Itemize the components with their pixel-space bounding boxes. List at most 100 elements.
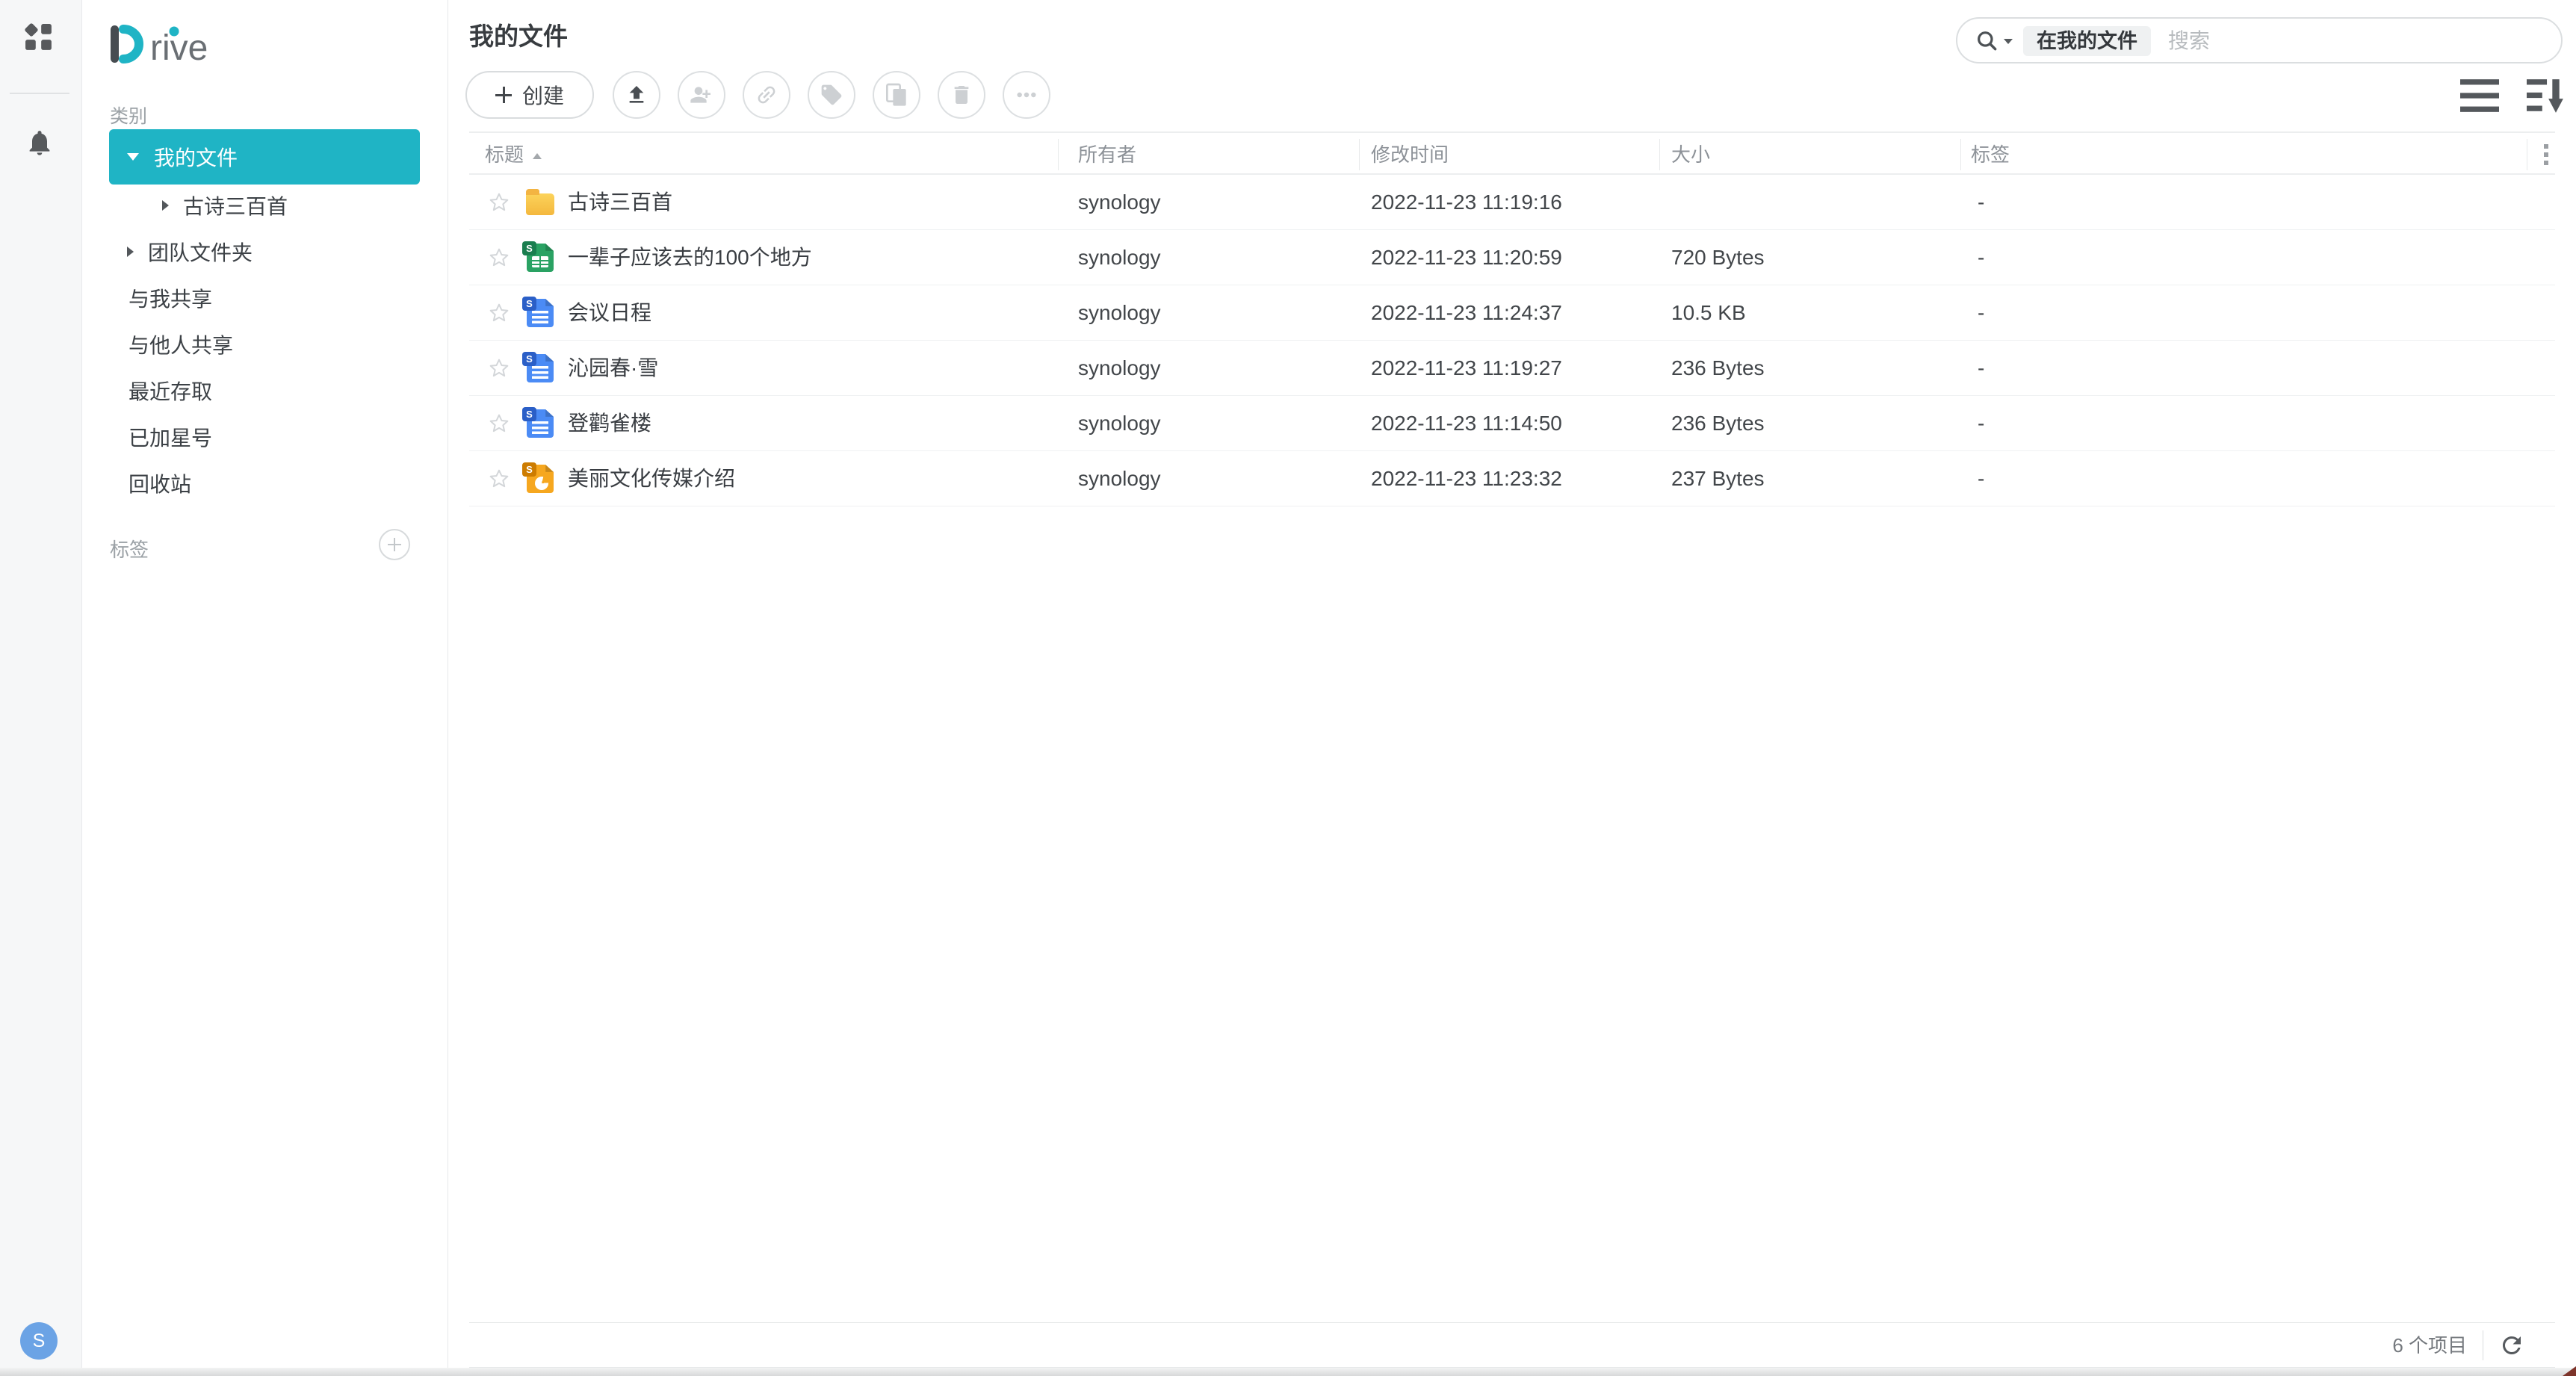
refresh-button[interactable] — [2498, 1332, 2525, 1359]
list-view-button[interactable] — [2460, 78, 2499, 114]
ellipsis-icon — [1015, 83, 1038, 107]
sidebar-item-label: 团队文件夹 — [148, 237, 253, 267]
search-icon[interactable] — [1975, 29, 1999, 53]
file-size: 236 Bytes — [1671, 341, 1765, 396]
person-add-icon — [690, 83, 713, 107]
sort-button[interactable] — [2527, 78, 2566, 114]
star-icon[interactable] — [487, 301, 511, 325]
table-row[interactable]: 美丽文化传媒介绍 synology 2022-11-23 11:23:32 23… — [469, 451, 2555, 506]
sidebar-tags-row: 标签 — [83, 527, 448, 565]
file-size: 720 Bytes — [1671, 230, 1765, 285]
page-title: 我的文件 — [469, 16, 568, 52]
status-bar: 6 个项目 — [469, 1322, 2555, 1368]
file-tags: - — [1978, 451, 1984, 506]
table-row[interactable]: 登鹳雀楼 synology 2022-11-23 11:14:50 236 By… — [469, 396, 2555, 451]
column-divider — [1058, 139, 1059, 170]
trash-icon — [950, 83, 973, 107]
sidebar-item-label: 与他人共享 — [129, 329, 233, 359]
file-type-icon — [524, 242, 557, 273]
column-header-title[interactable]: 标题 — [485, 133, 542, 176]
file-type-icon — [524, 353, 557, 384]
table-row[interactable]: 沁园春·雪 synology 2022-11-23 11:19:27 236 B… — [469, 341, 2555, 396]
upload-button[interactable] — [613, 71, 660, 119]
file-type-icon — [524, 463, 557, 495]
column-divider — [1659, 139, 1660, 170]
file-modified: 2022-11-23 11:24:37 — [1371, 285, 1562, 341]
search-input[interactable] — [2168, 25, 2542, 58]
table-row[interactable]: 一辈子应该去的100个地方 synology 2022-11-23 11:20:… — [469, 230, 2555, 285]
file-owner: synology — [1078, 451, 1161, 506]
sidebar-item-poems-folder[interactable]: 古诗三百首 — [83, 182, 448, 229]
chevron-down-icon[interactable] — [127, 153, 139, 161]
sidebar-item-team-folder[interactable]: 团队文件夹 — [83, 229, 448, 275]
table-header: 标题 所有者 修改时间 大小 标签 — [469, 131, 2555, 175]
file-modified: 2022-11-23 11:19:27 — [1371, 341, 1562, 396]
sidebar-item-starred[interactable]: 已加星号 — [83, 414, 448, 460]
tag-icon — [820, 83, 843, 107]
file-owner: synology — [1078, 341, 1161, 396]
copy-button[interactable] — [873, 71, 920, 119]
file-size: 237 Bytes — [1671, 451, 1765, 506]
create-button[interactable]: 创建 — [465, 71, 594, 119]
tag-button[interactable] — [808, 71, 855, 119]
star-icon[interactable] — [487, 412, 511, 436]
star-icon[interactable] — [487, 246, 511, 270]
sidebar-item-my-files[interactable]: 我的文件 — [109, 129, 420, 185]
column-header-owner[interactable]: 所有者 — [1078, 133, 1136, 176]
file-modified: 2022-11-23 11:14:50 — [1371, 396, 1562, 451]
main-panel: 我的文件 在我的文件 创建 — [449, 0, 2576, 1368]
window-bottom-edge — [0, 1368, 2576, 1376]
search-bar[interactable]: 在我的文件 — [1956, 17, 2563, 63]
file-tags: - — [1978, 285, 1984, 341]
column-header-size[interactable]: 大小 — [1671, 133, 1710, 176]
user-avatar[interactable]: S — [20, 1322, 58, 1360]
file-owner: synology — [1078, 285, 1161, 341]
file-name[interactable]: 古诗三百首 — [568, 175, 672, 230]
file-owner: synology — [1078, 230, 1161, 285]
file-size: 236 Bytes — [1671, 396, 1765, 451]
copy-icon — [885, 83, 908, 107]
sidebar-item-shared-with-me[interactable]: 与我共享 — [83, 275, 448, 321]
svg-text:rive: rive — [150, 28, 208, 67]
item-count: 6 个项目 — [2392, 1323, 2467, 1368]
drive-logo: rive — [108, 21, 258, 67]
sidebar-item-shared-with-others[interactable]: 与他人共享 — [83, 321, 448, 368]
sidebar-item-label: 我的文件 — [154, 142, 238, 172]
delete-button[interactable] — [938, 71, 985, 119]
file-name[interactable]: 会议日程 — [568, 285, 651, 341]
chevron-right-icon[interactable] — [127, 247, 134, 257]
tags-label: 标签 — [110, 535, 149, 563]
file-name[interactable]: 登鹳雀楼 — [568, 396, 651, 451]
sidebar-item-label: 回收站 — [129, 468, 191, 498]
table-row[interactable]: 古诗三百首 synology 2022-11-23 11:19:16 - — [469, 175, 2555, 230]
file-tags: - — [1978, 341, 1984, 396]
rail-divider — [10, 93, 69, 94]
share-link-button[interactable] — [743, 71, 790, 119]
file-modified: 2022-11-23 11:20:59 — [1371, 230, 1562, 285]
column-options-button[interactable] — [2533, 141, 2560, 168]
add-tag-button[interactable] — [379, 529, 410, 560]
search-scope-caret-icon[interactable] — [2004, 39, 2013, 44]
file-tags: - — [1978, 230, 1984, 285]
column-divider — [1359, 139, 1360, 170]
more-actions-button[interactable] — [1003, 71, 1050, 119]
table-row[interactable]: 会议日程 synology 2022-11-23 11:24:37 10.5 K… — [469, 285, 2555, 341]
app-grid-icon[interactable] — [25, 23, 53, 52]
search-scope-chip[interactable]: 在我的文件 — [2023, 26, 2151, 56]
sidebar-item-recycle-bin[interactable]: 回收站 — [83, 460, 448, 506]
star-icon[interactable] — [487, 356, 511, 380]
column-header-tags[interactable]: 标签 — [1971, 133, 2010, 176]
file-name[interactable]: 沁园春·雪 — [568, 341, 658, 396]
column-header-modified[interactable]: 修改时间 — [1371, 133, 1449, 176]
sidebar-item-label: 古诗三百首 — [183, 190, 288, 220]
share-button[interactable] — [678, 71, 725, 119]
sidebar-item-label: 已加星号 — [129, 422, 212, 452]
sidebar-item-label: 最近存取 — [129, 376, 212, 406]
file-name[interactable]: 一辈子应该去的100个地方 — [568, 230, 812, 285]
sidebar-item-recent[interactable]: 最近存取 — [83, 368, 448, 414]
chevron-right-icon[interactable] — [162, 200, 169, 211]
star-icon[interactable] — [487, 467, 511, 491]
file-name[interactable]: 美丽文化传媒介绍 — [568, 451, 735, 506]
notifications-bell-icon[interactable] — [25, 128, 55, 158]
star-icon[interactable] — [487, 190, 511, 214]
